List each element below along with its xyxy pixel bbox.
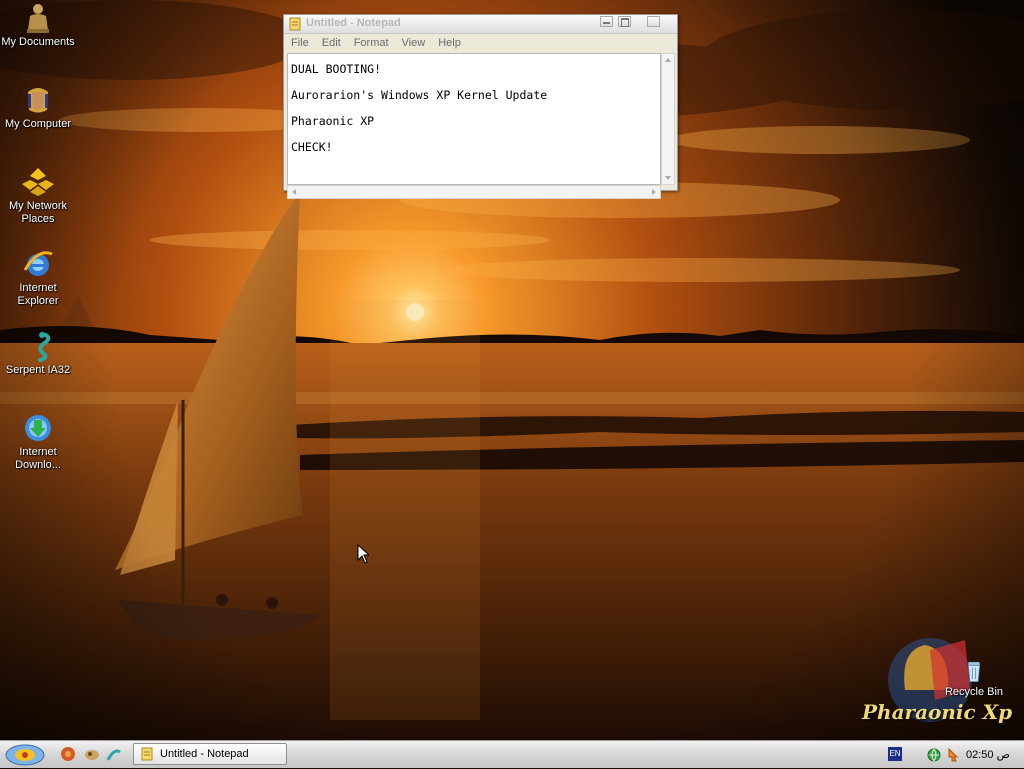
desktop-icon-internet-download-manager[interactable]: Internet Downlo... [0, 412, 76, 472]
menu-view[interactable]: View [395, 34, 432, 49]
download-arrow-icon[interactable] [946, 747, 960, 763]
clock[interactable]: 02:50 ص [966, 748, 1010, 761]
desktop-icon-internet-explorer[interactable]: Internet Explorer [0, 248, 76, 308]
desktop-icon-my-computer[interactable]: My Computer [0, 84, 76, 131]
text-line: DUAL BOOTING! [291, 62, 382, 76]
desktop-icon-my-network-places[interactable]: My Network Places [0, 166, 76, 226]
desktop-icon-recycle-bin[interactable]: Recycle Bin [936, 658, 1012, 699]
close-icon [650, 18, 657, 25]
pharaoh-mask-icon [28, 88, 48, 113]
scroll-right-icon[interactable] [652, 189, 656, 195]
window-title: Untitled - Notepad [306, 17, 401, 29]
desktop-icon-serpent-ia32[interactable]: Serpent IA32 [0, 330, 76, 377]
menu-file[interactable]: File [284, 34, 315, 49]
notepad-title-bar[interactable]: Untitled - Notepad [284, 15, 677, 34]
horizontal-scrollbar[interactable] [287, 185, 661, 199]
quicklaunch-browser-icon[interactable] [60, 746, 76, 762]
taskbar-button-notepad[interactable]: Untitled - Notepad [133, 743, 287, 765]
minimize-button[interactable] [600, 16, 613, 27]
notepad-menu-bar: File Edit Format View Help [284, 34, 677, 52]
close-button[interactable] [647, 16, 660, 27]
text-line: CHECK! [291, 140, 333, 154]
text-line: Pharaonic XP [291, 114, 375, 128]
internet-explorer-icon [23, 251, 53, 276]
desktop-icon-my-documents[interactable]: My Documents [0, 2, 76, 49]
maximize-icon [621, 18, 629, 27]
menu-help[interactable]: Help [431, 34, 467, 49]
network-globe-icon[interactable] [926, 747, 942, 763]
text-line: Aurorarion's Windows XP Kernel Update [291, 88, 548, 102]
system-tray: EN 02:50 ص [880, 741, 1024, 769]
pharaonic-xp-logo-text: Pharaonic Xp [862, 700, 1013, 724]
scroll-down-icon[interactable] [665, 176, 671, 180]
notepad-text-area[interactable]: DUAL BOOTING! Aurorarion's Windows XP Ker… [287, 53, 661, 185]
language-indicator[interactable]: EN [888, 747, 902, 761]
menu-format[interactable]: Format [347, 34, 395, 49]
network-pyramids-icon [22, 168, 54, 196]
mouse-cursor-icon [357, 544, 369, 564]
maximize-button[interactable] [618, 16, 631, 27]
taskbar: Untitled - Notepad EN 02:50 ص [0, 740, 1024, 768]
notepad-window[interactable]: Untitled - Notepad File Edit Format View Hel… [283, 14, 678, 199]
quicklaunch-desktop-icon[interactable] [106, 746, 122, 762]
vertical-scrollbar[interactable] [661, 53, 675, 185]
start-button[interactable] [4, 742, 46, 767]
serpent-icon [38, 332, 51, 362]
scroll-left-icon[interactable] [292, 189, 296, 195]
recycle-bin-icon [967, 662, 981, 682]
download-manager-icon [25, 415, 51, 441]
minimize-icon [603, 22, 610, 24]
notepad-icon [141, 747, 153, 761]
scroll-up-icon[interactable] [665, 58, 671, 62]
taskbar-button-label: Untitled - Notepad [160, 748, 249, 760]
quicklaunch-media-icon[interactable] [84, 746, 100, 762]
notepad-icon [289, 17, 301, 31]
pharaoh-statue-icon [27, 4, 49, 33]
menu-edit[interactable]: Edit [315, 34, 347, 49]
